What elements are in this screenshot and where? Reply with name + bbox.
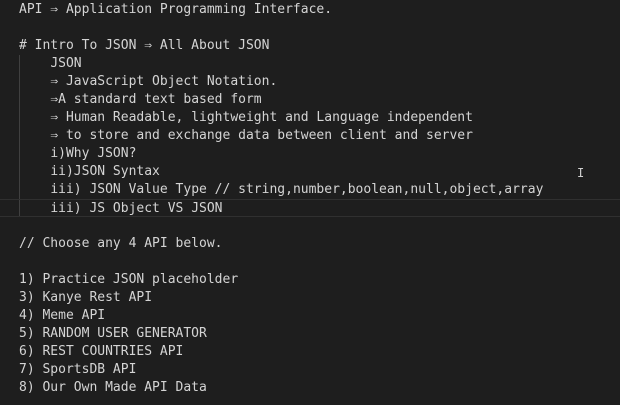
code-line[interactable]: ⇒ to store and exchange data between cli…: [0, 127, 620, 145]
code-line[interactable]: // Choose any 4 API below.: [0, 235, 620, 253]
code-line[interactable]: JSON: [0, 55, 620, 73]
line-text: iii) JSON Value Type // string,number,bo…: [50, 182, 544, 197]
line-text: 8) Our Own Made API Data: [19, 380, 207, 395]
line-text: 3) Kanye Rest API: [19, 290, 153, 305]
line-text: i)Why JSON?: [50, 146, 137, 161]
code-line[interactable]: iii) JS Object VS JSON: [0, 199, 620, 217]
code-line[interactable]: ⇒ JavaScript Object Notation.: [0, 73, 620, 91]
code-line[interactable]: API ⇒ Application Programming Interface.: [0, 1, 620, 19]
code-line[interactable]: 8) Our Own Made API Data: [0, 379, 620, 397]
code-line[interactable]: [0, 217, 620, 235]
line-text: ⇒ JavaScript Object Notation.: [50, 74, 278, 89]
code-line[interactable]: ⇒ Human Readable, lightweight and Langua…: [0, 109, 620, 127]
code-line[interactable]: 4) Meme API: [0, 307, 620, 325]
line-text: 1) Practice JSON placeholder: [19, 272, 239, 287]
code-line[interactable]: [0, 253, 620, 271]
line-text: ⇒A standard text based form: [50, 92, 262, 107]
code-line[interactable]: iii) JSON Value Type // string,number,bo…: [0, 181, 620, 199]
code-line[interactable]: 1) Practice JSON placeholder: [0, 271, 620, 289]
line-text: JSON: [50, 56, 82, 71]
code-line[interactable]: 7) SportsDB API: [0, 361, 620, 379]
line-text: // Choose any 4 API below.: [19, 236, 223, 251]
code-editor[interactable]: API ⇒ Application Programming Interface.…: [0, 0, 620, 405]
code-line[interactable]: i)Why JSON?: [0, 145, 620, 163]
code-line[interactable]: ⇒A standard text based form: [0, 91, 620, 109]
line-text: 4) Meme API: [19, 308, 106, 323]
text-cursor-icon: I: [577, 166, 585, 180]
line-text: iii) JS Object VS JSON: [50, 201, 223, 216]
code-line[interactable]: [0, 19, 620, 37]
line-text: ii)JSON Syntax: [50, 164, 160, 179]
line-text: ⇒ to store and exchange data between cli…: [50, 128, 473, 143]
code-line[interactable]: 5) RANDOM USER GENERATOR: [0, 325, 620, 343]
line-text: ⇒ Human Readable, lightweight and Langua…: [50, 110, 473, 125]
code-line[interactable]: 3) Kanye Rest API: [0, 289, 620, 307]
line-text: # Intro To JSON ⇒ All About JSON: [19, 38, 270, 53]
line-text: 5) RANDOM USER GENERATOR: [19, 326, 207, 341]
code-line[interactable]: ii)JSON Syntax: [0, 163, 620, 181]
line-text: 7) SportsDB API: [19, 362, 137, 377]
code-line[interactable]: 6) REST COUNTRIES API: [0, 343, 620, 361]
line-text: API ⇒ Application Programming Interface.: [19, 2, 333, 17]
line-text: 6) REST COUNTRIES API: [19, 344, 184, 359]
code-line[interactable]: # Intro To JSON ⇒ All About JSON: [0, 37, 620, 55]
